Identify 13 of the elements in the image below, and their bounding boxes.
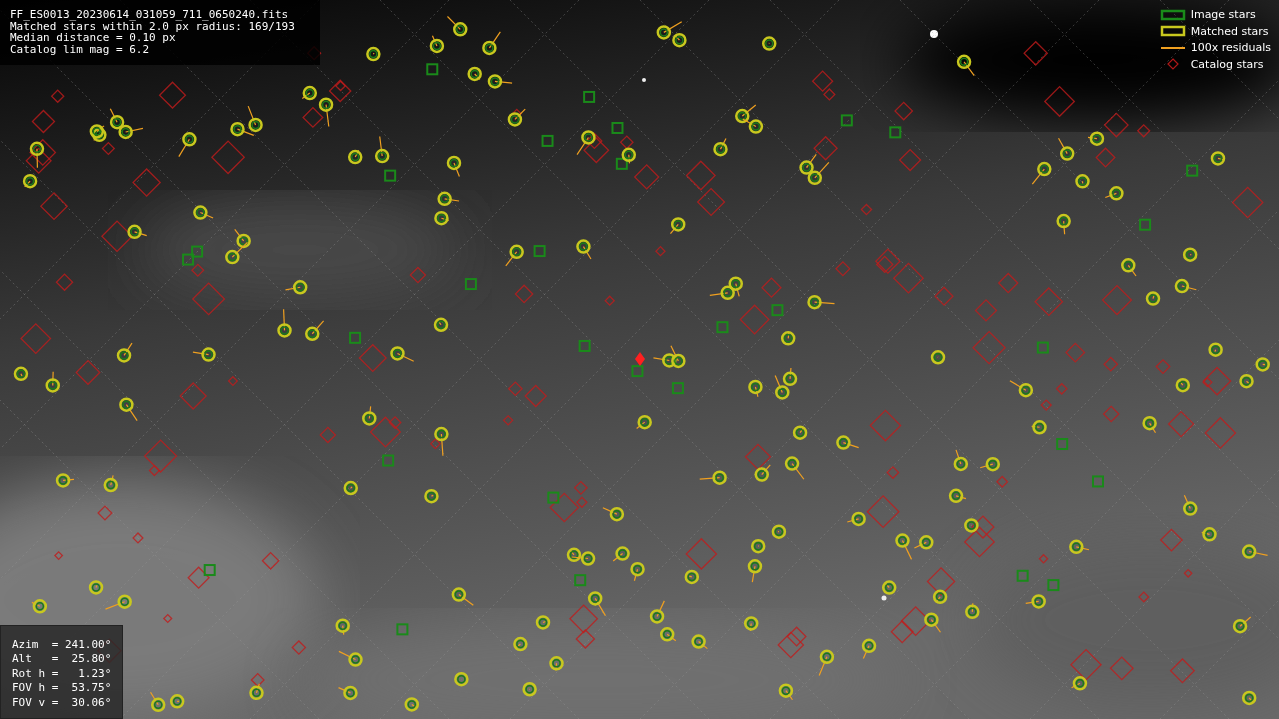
legend-label: 100x residuals <box>1190 41 1271 55</box>
pointing-text: FOV h = 53.75° <box>12 681 113 696</box>
pointing-text: Azim = 241.00° <box>12 637 113 652</box>
info-text: Median distance = 0.10 px <box>10 32 176 44</box>
legend-label: Image stars <box>1190 8 1256 22</box>
pointing-text: Rot h = 1.23° <box>12 666 113 681</box>
legend-label: Matched stars <box>1190 24 1269 38</box>
info-text: FF_ES0013_20230614_031059_711_0650240.fits <box>10 9 290 21</box>
pointing-text: FOV v = 30.06° <box>12 695 113 710</box>
info-text: Matched stars within 2.0 px radius: 169/193 <box>10 20 296 32</box>
pointing-text: Alt = 25.80° <box>12 652 113 667</box>
info-text: Catalog lim mag = 6.2 <box>10 43 151 55</box>
legend-label: Catalog stars <box>1190 57 1264 71</box>
